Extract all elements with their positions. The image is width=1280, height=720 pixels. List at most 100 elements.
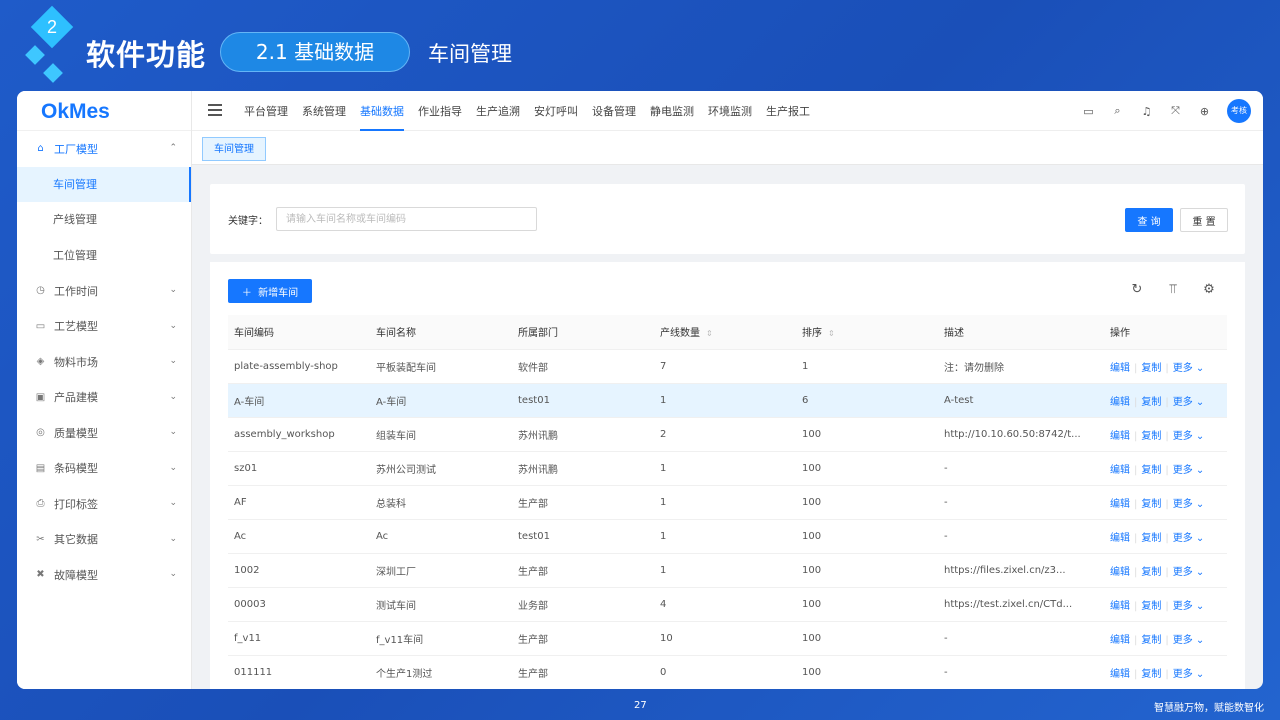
edit-button[interactable]: 编辑 [1110, 397, 1130, 408]
table-cell: - [938, 655, 1104, 689]
edit-button[interactable]: 编辑 [1110, 363, 1130, 374]
more-dropdown[interactable]: 更多 ⌄ [1173, 567, 1205, 578]
sidebar-group[interactable]: ⌂ 工厂模型 ⌃ [17, 131, 191, 167]
keyword-input[interactable] [276, 207, 537, 231]
table-cell: sz01 [228, 451, 370, 486]
more-dropdown[interactable]: 更多 ⌄ [1173, 363, 1205, 374]
column-height-icon[interactable]: ⫪ [1155, 282, 1191, 297]
copy-button[interactable]: 复制 [1141, 533, 1161, 544]
sidebar-subitem[interactable]: 车间管理 [17, 166, 191, 202]
row-actions: 编辑 | 复制 | 更多 ⌄ [1104, 587, 1227, 622]
nav-item[interactable]: 系统管理 [302, 91, 346, 131]
copy-button[interactable]: 复制 [1141, 431, 1161, 442]
sidebar-group[interactable]: ⎙ 打印标签 ⌄ [17, 486, 191, 522]
sidebar-subitem[interactable]: 产线管理 [17, 202, 191, 238]
page-number: 27 [634, 700, 647, 711]
sort-icon[interactable]: ⇕ [706, 329, 713, 338]
copy-button[interactable]: 复制 [1141, 397, 1161, 408]
divider: | [1165, 396, 1169, 408]
copy-button[interactable]: 复制 [1141, 669, 1161, 680]
fullscreen-icon[interactable]: ⤧ [1161, 104, 1190, 118]
wrench-icon: ✖ [36, 569, 45, 581]
edit-button[interactable]: 编辑 [1110, 465, 1130, 476]
table-row[interactable]: A-车间 A-车间 test01 1 6 A-test 编辑 | 复制 | 更多 ⌄ [228, 383, 1227, 418]
sidebar-group[interactable]: ▣ 产品建模 ⌄ [17, 380, 191, 416]
nav-item[interactable]: 环境监测 [708, 91, 752, 131]
copy-button[interactable]: 复制 [1141, 567, 1161, 578]
edit-button[interactable]: 编辑 [1110, 635, 1130, 646]
table-row[interactable]: 011111 个生产1测过 生产部 0 100- 编辑 | 复制 | 更多 ⌄ [228, 655, 1227, 689]
table-row[interactable]: Ac Ac test01 1 100- 编辑 | 复制 | 更多 ⌄ [228, 519, 1227, 554]
copy-button[interactable]: 复制 [1141, 635, 1161, 646]
table-row[interactable]: 00003 测试车间 业务部 4 100 https://test.zixel.cn/CT… [228, 587, 1227, 622]
edit-button[interactable]: 编辑 [1110, 567, 1130, 578]
nav-item[interactable]: 安灯呼叫 [534, 91, 578, 131]
more-dropdown[interactable]: 更多 ⌄ [1173, 601, 1205, 612]
nav-item[interactable]: 生产追溯 [476, 91, 520, 131]
table-row[interactable]: assembly_workshop 组装车间 苏州讯鹏 2 100 http://10.1… [228, 417, 1227, 452]
edit-button[interactable]: 编辑 [1110, 533, 1130, 544]
column-header[interactable]: 产线数量 ⇕ [654, 315, 796, 350]
more-dropdown[interactable]: 更多 ⌄ [1173, 431, 1205, 442]
edit-button[interactable]: 编辑 [1110, 431, 1130, 442]
reset-button[interactable]: 重 置 [1180, 208, 1228, 232]
table-cell: http://10.10.60.50:8742/t... [938, 417, 1104, 452]
copy-button[interactable]: 复制 [1141, 363, 1161, 374]
chevron-down-icon: ⌄ [1192, 464, 1205, 476]
sidebar-group[interactable]: ▤ 条码模型 ⌄ [17, 451, 191, 487]
more-dropdown[interactable]: 更多 ⌄ [1173, 669, 1205, 680]
sidebar-subitem[interactable]: 工位管理 [17, 238, 191, 274]
refresh-icon[interactable]: ↻ [1119, 282, 1155, 297]
table-cell: A-车间 [370, 383, 512, 418]
settings-icon[interactable]: ⚙ [1191, 282, 1227, 297]
more-dropdown[interactable]: 更多 ⌄ [1173, 465, 1205, 476]
edit-button[interactable]: 编辑 [1110, 499, 1130, 510]
more-dropdown[interactable]: 更多 ⌄ [1173, 635, 1205, 646]
table-row[interactable]: plate-assembly-shop 平板装配车间 软件部 7 1 注：请勿删除 编辑 | 复… [228, 349, 1227, 384]
more-dropdown[interactable]: 更多 ⌄ [1173, 397, 1205, 408]
more-dropdown[interactable]: 更多 ⌄ [1173, 499, 1205, 510]
sidebar-group-label: 工作时间 [54, 284, 98, 298]
copy-button[interactable]: 复制 [1141, 465, 1161, 476]
globe-icon[interactable]: ⊕ [1190, 105, 1219, 118]
edit-button[interactable]: 编辑 [1110, 601, 1130, 612]
sidebar-group[interactable]: ✂ 其它数据 ⌄ [17, 522, 191, 558]
sidebar-group[interactable]: ◈ 物料市场 ⌄ [17, 344, 191, 380]
table-card: ＋ 新增车间 ↻ ⫪ ⚙ 车间编码 车间名称 所属部门 产线数量 ⇕ 排序 ⇕ 描述 操作 pl… [210, 262, 1245, 689]
column-header[interactable]: 排序 ⇕ [796, 315, 938, 350]
table-row[interactable]: 1002 深圳工厂 生产部 1 100 https://files.zixel.cn/z3… [228, 553, 1227, 588]
nav-item[interactable]: 作业指导 [418, 91, 462, 131]
query-button[interactable]: 查 询 [1125, 208, 1173, 232]
edit-button[interactable]: 编辑 [1110, 669, 1130, 680]
nav-item[interactable]: 基础数据 [360, 91, 404, 131]
table-row[interactable]: sz01 苏州公司测试 苏州讯鹏 1 100- 编辑 | 复制 | 更多 ⌄ [228, 451, 1227, 486]
table-row[interactable]: AF 总装科 生产部 1 100- 编辑 | 复制 | 更多 ⌄ [228, 485, 1227, 520]
sort-icon[interactable]: ⇕ [828, 329, 835, 338]
tab-workshop[interactable]: 车间管理 [202, 137, 266, 161]
screen-icon[interactable]: ▭ [1074, 105, 1103, 118]
table-row[interactable]: f_v11 f_v11车间 生产部 10 100- 编辑 | 复制 | 更多 ⌄ [228, 621, 1227, 656]
nav-item[interactable]: 静电监测 [650, 91, 694, 131]
table-cell: 1 [654, 553, 796, 588]
sidebar-group[interactable]: ◷ 工作时间 ⌄ [17, 273, 191, 309]
table-cell: 生产部 [512, 553, 654, 588]
chevron-up-icon: ⌃ [169, 143, 177, 153]
nav-item[interactable]: 平台管理 [244, 91, 288, 131]
sidebar-group[interactable]: ▭ 工艺模型 ⌄ [17, 309, 191, 345]
tab-bar: 车间管理 [192, 131, 1263, 165]
avatar[interactable]: 考核 [1227, 99, 1251, 123]
add-workshop-button[interactable]: ＋ 新增车间 [228, 279, 312, 303]
menu-fold-icon[interactable] [208, 104, 222, 116]
copy-button[interactable]: 复制 [1141, 499, 1161, 510]
nav-item[interactable]: 设备管理 [592, 91, 636, 131]
copy-button[interactable]: 复制 [1141, 601, 1161, 612]
search-icon[interactable]: ⌕ [1103, 104, 1132, 118]
sidebar-group[interactable]: ◎ 质量模型 ⌄ [17, 415, 191, 451]
table-cell: 100 [796, 485, 938, 520]
more-dropdown[interactable]: 更多 ⌄ [1173, 533, 1205, 544]
sidebar-group-label: 物料市场 [54, 355, 98, 369]
nav-item[interactable]: 生产报工 [766, 91, 810, 131]
divider: | [1165, 464, 1169, 476]
bell-icon[interactable]: ♫ [1132, 105, 1161, 118]
sidebar-group[interactable]: ✖ 故障模型 ⌄ [17, 557, 191, 593]
